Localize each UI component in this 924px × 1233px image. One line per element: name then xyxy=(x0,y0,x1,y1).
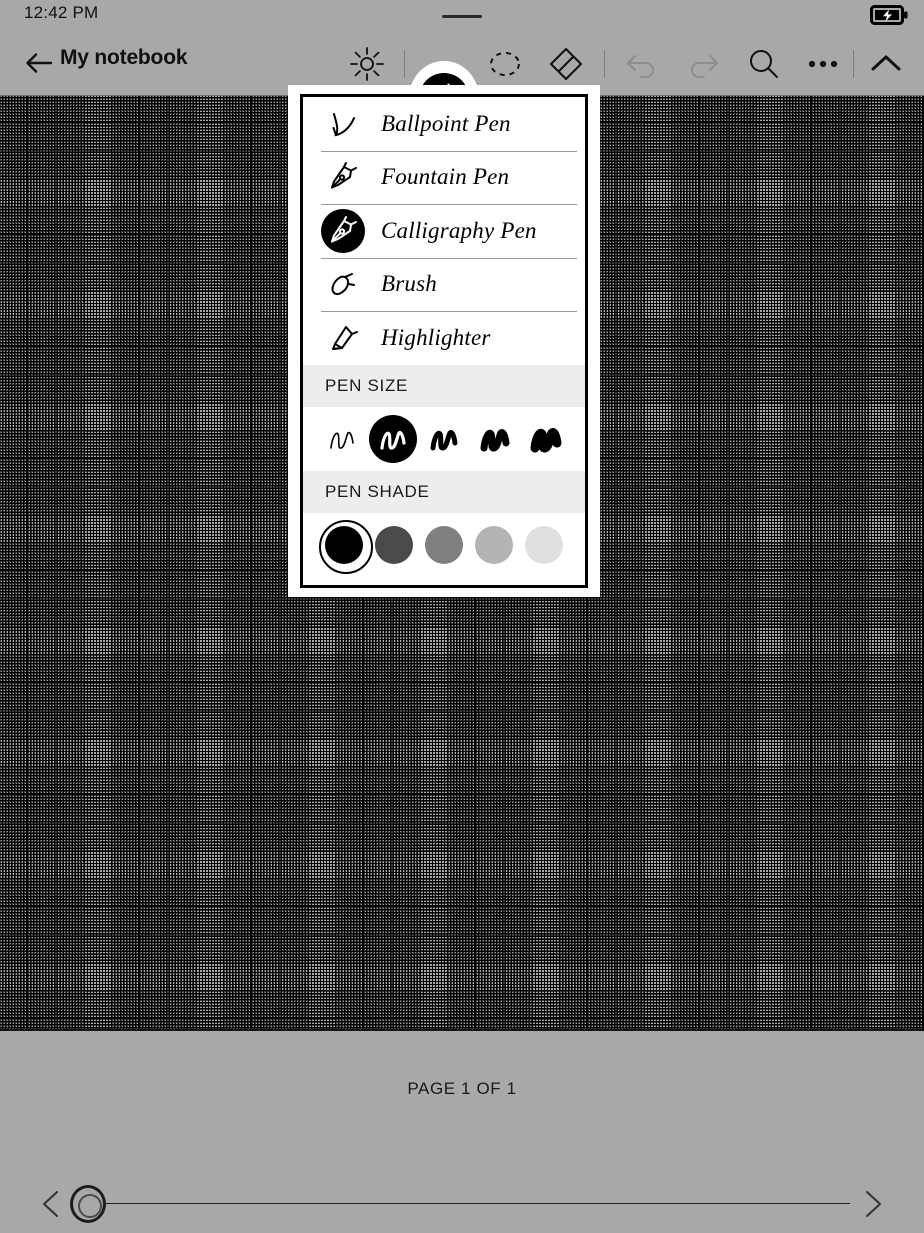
pen-shade-option-pale-gray[interactable] xyxy=(525,525,563,564)
page-slider-track[interactable] xyxy=(104,1203,850,1204)
pen-popup: Ballpoint Pen Fountain Pen Calligraphy P… xyxy=(300,94,588,588)
menu-item-brush[interactable]: Brush xyxy=(303,257,585,311)
more-button[interactable] xyxy=(803,44,843,84)
pen-size-option-4[interactable] xyxy=(471,415,519,463)
search-icon xyxy=(750,50,778,78)
page-slider-handle[interactable] xyxy=(70,1185,106,1223)
pen-size-header: PEN SIZE xyxy=(303,364,585,407)
notch-indicator xyxy=(442,15,482,18)
pen-shade-option-black[interactable] xyxy=(319,519,373,574)
pen-shade-header: PEN SHADE xyxy=(303,470,585,513)
status-time: 12:42 PM xyxy=(24,3,99,22)
page-slider[interactable] xyxy=(0,1181,924,1225)
eraser-tool[interactable] xyxy=(546,44,586,84)
battery-charging-icon xyxy=(870,5,908,25)
pen-size-option-1[interactable] xyxy=(318,415,366,463)
menu-item-highlighter[interactable]: Highlighter xyxy=(303,311,585,365)
pen-shade-option-light-gray[interactable] xyxy=(475,525,513,564)
chevron-left-icon[interactable] xyxy=(38,1189,64,1219)
lasso-select-tool[interactable] xyxy=(485,44,525,84)
menu-item-label: Highlighter xyxy=(381,324,491,350)
menu-item-label: Ballpoint Pen xyxy=(381,110,511,136)
sun-icon xyxy=(350,47,384,81)
pen-size-option-5[interactable] xyxy=(522,415,570,463)
brush-icon xyxy=(321,262,365,306)
eraser-icon xyxy=(550,48,582,80)
redo-button[interactable] xyxy=(683,44,723,84)
ballpoint-pen-icon xyxy=(321,102,365,146)
undo-button[interactable] xyxy=(622,44,662,84)
redo-icon xyxy=(691,55,718,78)
pen-shade-option-mid-gray[interactable] xyxy=(425,525,463,564)
pen-size-option-3[interactable] xyxy=(420,415,468,463)
chevron-right-icon[interactable] xyxy=(860,1189,886,1219)
toolbar-separator-left xyxy=(404,50,405,78)
arrow-left-icon[interactable] xyxy=(24,48,54,78)
highlighter-icon xyxy=(321,316,365,360)
search-button[interactable] xyxy=(743,44,783,84)
calligraphy-pen-icon xyxy=(321,208,365,253)
pen-shade-row xyxy=(303,512,585,577)
lasso-icon xyxy=(490,52,520,76)
brightness-tool[interactable] xyxy=(347,44,387,84)
menu-item-fountain-pen[interactable]: Fountain Pen xyxy=(303,150,585,204)
ellipsis-icon xyxy=(808,60,838,68)
collapse-button[interactable] xyxy=(866,44,906,84)
status-bar: 12:42 PM xyxy=(0,0,924,32)
page-indicator: PAGE 1 OF 1 xyxy=(407,1079,517,1098)
pen-size-row xyxy=(303,406,585,471)
fountain-pen-icon xyxy=(321,155,365,199)
menu-item-ballpoint-pen[interactable]: Ballpoint Pen xyxy=(303,97,585,151)
page-title: My notebook xyxy=(60,46,188,69)
chevron-up-icon xyxy=(871,55,901,71)
menu-item-label: Brush xyxy=(381,271,437,297)
pen-shade-option-dark-gray[interactable] xyxy=(375,525,413,564)
menu-item-calligraphy-pen[interactable]: Calligraphy Pen xyxy=(303,204,585,258)
undo-icon xyxy=(627,55,654,78)
footer-bar: PAGE 1 OF 1 xyxy=(0,1031,924,1233)
toolbar-separator-mid xyxy=(604,50,605,78)
menu-item-label: Calligraphy Pen xyxy=(381,217,537,243)
pen-size-option-2[interactable] xyxy=(369,414,418,463)
menu-item-label: Fountain Pen xyxy=(381,164,510,190)
toolbar-separator-right xyxy=(853,50,854,78)
